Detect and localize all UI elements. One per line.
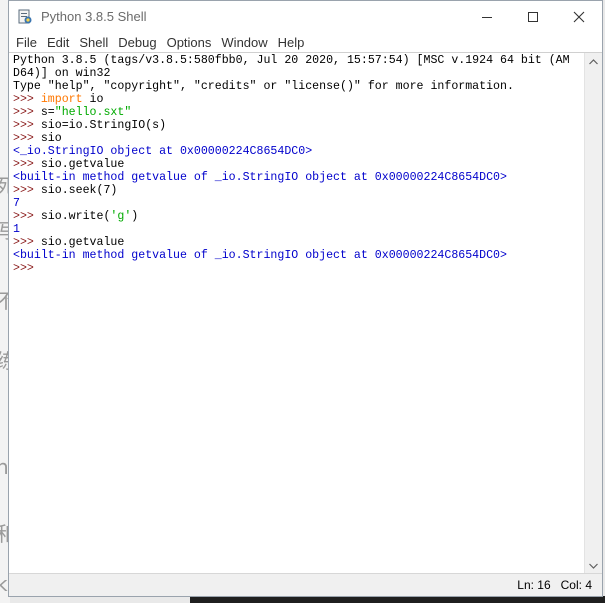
shell-text: sio.write( bbox=[40, 210, 111, 223]
shell-prompt: >>> bbox=[13, 119, 41, 132]
shell-line: 7 bbox=[13, 197, 584, 210]
menu-help[interactable]: Help bbox=[273, 35, 310, 50]
shell-line: >>> sio.seek(7) bbox=[13, 184, 584, 197]
scroll-down-arrow[interactable] bbox=[585, 557, 602, 574]
shell-text: sio.getvalue bbox=[40, 158, 125, 171]
shell-text: "hello.sxt" bbox=[54, 106, 132, 119]
title-bar[interactable]: Python 3.8.5 Shell bbox=[9, 1, 602, 32]
shell-line: Python 3.8.5 (tags/v3.8.5:580fbb0, Jul 2… bbox=[13, 54, 584, 67]
background-glyph: k bbox=[0, 572, 8, 596]
shell-text-area[interactable]: Python 3.8.5 (tags/v3.8.5:580fbb0, Jul 2… bbox=[13, 54, 584, 574]
scroll-up-arrow[interactable] bbox=[585, 53, 602, 70]
shell-text: <_io.StringIO object at 0x00000224C8654D… bbox=[13, 145, 313, 158]
shell-text: Python 3.8.5 (tags/v3.8.5:580fbb0, Jul 2… bbox=[13, 54, 570, 67]
menu-debug[interactable]: Debug bbox=[113, 35, 161, 50]
shell-line: <built-in method getvalue of _io.StringI… bbox=[13, 249, 584, 262]
shell-line: >>> s="hello.sxt" bbox=[13, 106, 584, 119]
chevron-down-icon bbox=[589, 563, 598, 569]
shell-text: 1 bbox=[13, 223, 20, 236]
status-bar: Ln: 16 Col: 4 bbox=[9, 573, 602, 596]
menu-shell[interactable]: Shell bbox=[74, 35, 113, 50]
shell-line: >>> bbox=[13, 262, 584, 275]
shell-text: sio.getvalue bbox=[40, 236, 125, 249]
close-button[interactable] bbox=[556, 1, 602, 32]
shell-prompt: >>> bbox=[13, 158, 41, 171]
shell-prompt: >>> bbox=[13, 93, 41, 106]
status-column: Col: 4 bbox=[560, 578, 592, 592]
shell-prompt: >>> bbox=[13, 132, 41, 145]
shell-text: <built-in method getvalue of _io.StringI… bbox=[13, 249, 507, 262]
shell-text: io bbox=[82, 93, 104, 106]
shell-line: >>> sio.write('g') bbox=[13, 210, 584, 223]
shell-text: 7 bbox=[13, 197, 20, 210]
shell-prompt: >>> bbox=[13, 210, 41, 223]
menu-bar: File Edit Shell Debug Options Window Help bbox=[9, 32, 602, 52]
shell-text: sio.seek(7) bbox=[40, 184, 118, 197]
shell-text: Type "help", "copyright", "credits" or "… bbox=[13, 80, 514, 93]
minimize-button[interactable] bbox=[464, 1, 510, 32]
taskbar-edge bbox=[190, 596, 605, 603]
status-line: Ln: 16 bbox=[517, 578, 551, 592]
chevron-up-icon bbox=[589, 58, 598, 64]
maximize-button[interactable] bbox=[510, 1, 556, 32]
shell-text: <built-in method getvalue of _io.StringI… bbox=[13, 171, 507, 184]
shell-line: <_io.StringIO object at 0x00000224C8654D… bbox=[13, 145, 584, 158]
shell-prompt: >>> bbox=[13, 262, 41, 275]
idle-shell-window: Python 3.8.5 Shell File Edit Shell Debug Opt… bbox=[8, 0, 603, 597]
shell-text: D64)] on win32 bbox=[13, 67, 111, 80]
shell-prompt: >>> bbox=[13, 236, 41, 249]
python-idle-icon bbox=[17, 9, 33, 25]
shell-prompt: >>> bbox=[13, 106, 41, 119]
vertical-scrollbar[interactable] bbox=[584, 53, 602, 574]
shell-line: >>> sio=io.StringIO(s) bbox=[13, 119, 584, 132]
shell-text: sio=io.StringIO(s) bbox=[40, 119, 167, 132]
shell-line: <built-in method getvalue of _io.StringI… bbox=[13, 171, 584, 184]
window-controls bbox=[464, 1, 602, 32]
shell-line: Type "help", "copyright", "credits" or "… bbox=[13, 80, 584, 93]
shell-line: >>> sio.getvalue bbox=[13, 158, 584, 171]
shell-line: >>> import io bbox=[13, 93, 584, 106]
menu-options[interactable]: Options bbox=[162, 35, 217, 50]
shell-text: import bbox=[40, 93, 83, 106]
shell-text: sio bbox=[40, 132, 62, 145]
shell-text: s= bbox=[40, 106, 55, 119]
menu-file[interactable]: File bbox=[11, 35, 42, 50]
shell-line: >>> sio.getvalue bbox=[13, 236, 584, 249]
shell-line: 1 bbox=[13, 223, 584, 236]
shell-text: 'g' bbox=[110, 210, 132, 223]
shell-content: Python 3.8.5 (tags/v3.8.5:580fbb0, Jul 2… bbox=[9, 52, 602, 574]
menu-edit[interactable]: Edit bbox=[42, 35, 74, 50]
shell-prompt: >>> bbox=[13, 184, 41, 197]
menu-window[interactable]: Window bbox=[216, 35, 272, 50]
maximize-icon bbox=[528, 11, 538, 22]
shell-line: D64)] on win32 bbox=[13, 67, 584, 80]
shell-text: ) bbox=[131, 210, 139, 223]
minimize-icon bbox=[482, 16, 492, 18]
shell-line: >>> sio bbox=[13, 132, 584, 145]
window-title: Python 3.8.5 Shell bbox=[41, 9, 147, 24]
close-icon bbox=[573, 11, 585, 22]
